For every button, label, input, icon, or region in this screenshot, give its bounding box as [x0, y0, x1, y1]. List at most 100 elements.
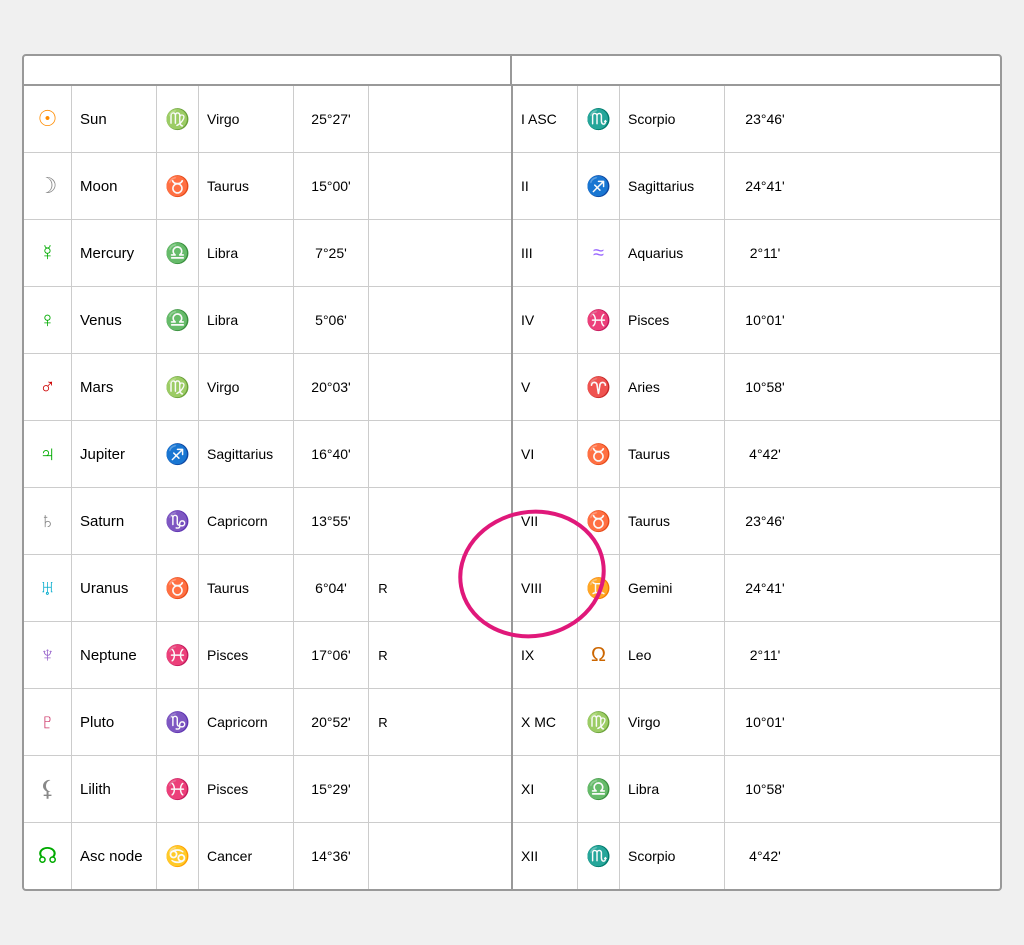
planet-name: Mars: [72, 354, 157, 420]
planet-row: ⚸ Lilith ♓ Pisces 15°29': [24, 756, 511, 823]
planet-name: Saturn: [72, 488, 157, 554]
planet-icon: ☊: [24, 823, 72, 889]
planet-sign-name: Virgo: [199, 354, 294, 420]
house-number: XII: [513, 823, 578, 889]
planet-sign-name: Sagittarius: [199, 421, 294, 487]
planet-icon: ☽: [24, 153, 72, 219]
house-degree: 10°01': [725, 287, 805, 353]
planet-row: ♇ Pluto ♑ Capricorn 20°52' R: [24, 689, 511, 756]
planet-retrograde: R: [369, 622, 397, 688]
planet-sign-name: Taurus: [199, 153, 294, 219]
planet-symbol: ♆: [39, 642, 56, 668]
planet-retrograde: [369, 220, 397, 286]
planet-degree: 15°29': [294, 756, 369, 822]
planet-icon: ♅: [24, 555, 72, 621]
house-degree: 4°42': [725, 823, 805, 889]
planet-name: Neptune: [72, 622, 157, 688]
planet-name: Pluto: [72, 689, 157, 755]
planet-degree: 16°40': [294, 421, 369, 487]
planet-sign-icon: ♑: [157, 488, 199, 554]
house-sign-name: Taurus: [620, 488, 725, 554]
placidus-header: [512, 56, 1000, 84]
house-sign-icon: ♊: [578, 555, 620, 621]
house-sign-name: Sagittarius: [620, 153, 725, 219]
planet-row: ♄ Saturn ♑ Capricorn 13°55': [24, 488, 511, 555]
planet-row: ♃ Jupiter ♐ Sagittarius 16°40': [24, 421, 511, 488]
tables-container: ☉ Sun ♍ Virgo 25°27' ☽ Moon ♉ Taurus 15°…: [24, 86, 1000, 889]
house-sign-icon: ♓: [578, 287, 620, 353]
planet-sign-icon: ♍: [157, 354, 199, 420]
planet-row: ♂ Mars ♍ Virgo 20°03': [24, 354, 511, 421]
planet-row: ♆ Neptune ♓ Pisces 17°06' R: [24, 622, 511, 689]
planet-icon: ♂: [24, 354, 72, 420]
planet-row: ☿ Mercury ♎ Libra 7°25': [24, 220, 511, 287]
planet-sign-name: Capricorn: [199, 488, 294, 554]
house-number: III: [513, 220, 578, 286]
planet-symbol: ☿: [39, 240, 56, 266]
planet-retrograde: [369, 488, 397, 554]
planet-sign-icon: ♑: [157, 689, 199, 755]
planet-degree: 17°06': [294, 622, 369, 688]
planet-icon: ♇: [24, 689, 72, 755]
planet-degree: 5°06': [294, 287, 369, 353]
house-sign-icon: ♉: [578, 421, 620, 487]
house-degree: 2°11': [725, 622, 805, 688]
planet-symbol: ♇: [39, 709, 56, 735]
planet-retrograde: [369, 354, 397, 420]
planet-symbol: ♄: [39, 508, 56, 534]
planet-icon: ☿: [24, 220, 72, 286]
planet-degree: 13°55': [294, 488, 369, 554]
planet-icon: ♀: [24, 287, 72, 353]
house-row: V ♈ Aries 10°58': [513, 354, 1000, 421]
house-number: VII: [513, 488, 578, 554]
house-sign-icon: ♏: [578, 86, 620, 152]
planet-retrograde: R: [369, 555, 397, 621]
planet-retrograde: [369, 153, 397, 219]
house-row: III ≈ Aquarius 2°11': [513, 220, 1000, 287]
planets-section: ☉ Sun ♍ Virgo 25°27' ☽ Moon ♉ Taurus 15°…: [24, 86, 513, 889]
house-row: IX Ω Leo 2°11': [513, 622, 1000, 689]
planet-icon: ☉: [24, 86, 72, 152]
planet-icon: ♆: [24, 622, 72, 688]
house-degree: 24°41': [725, 555, 805, 621]
planet-retrograde: [369, 287, 397, 353]
house-number: II: [513, 153, 578, 219]
planet-sign-name: Cancer: [199, 823, 294, 889]
house-row: X MC ♍ Virgo 10°01': [513, 689, 1000, 756]
house-degree: 23°46': [725, 488, 805, 554]
planet-sign-name: Taurus: [199, 555, 294, 621]
house-number: V: [513, 354, 578, 420]
planet-sign-icon: ♍: [157, 86, 199, 152]
house-sign-name: Scorpio: [620, 823, 725, 889]
planet-sign-name: Libra: [199, 287, 294, 353]
house-sign-icon: ♈: [578, 354, 620, 420]
house-number: VI: [513, 421, 578, 487]
planet-degree: 7°25': [294, 220, 369, 286]
planet-sign-name: Pisces: [199, 622, 294, 688]
planet-name: Moon: [72, 153, 157, 219]
house-row: VII ♉ Taurus 23°46': [513, 488, 1000, 555]
planet-degree: 20°52': [294, 689, 369, 755]
table-header: [24, 56, 1000, 86]
planet-degree: 15°00': [294, 153, 369, 219]
planet-row: ♅ Uranus ♉ Taurus 6°04' R: [24, 555, 511, 622]
house-sign-icon: ♏: [578, 823, 620, 889]
astrology-table: ☉ Sun ♍ Virgo 25°27' ☽ Moon ♉ Taurus 15°…: [22, 54, 1002, 891]
planet-sign-name: Capricorn: [199, 689, 294, 755]
planet-symbol: ♃: [39, 441, 56, 467]
house-degree: 10°01': [725, 689, 805, 755]
planet-sign-icon: ♉: [157, 555, 199, 621]
planet-name: Venus: [72, 287, 157, 353]
house-number: VIII: [513, 555, 578, 621]
planet-name: Mercury: [72, 220, 157, 286]
planet-row: ☉ Sun ♍ Virgo 25°27': [24, 86, 511, 153]
house-row: XI ♎ Libra 10°58': [513, 756, 1000, 823]
houses-section: I ASC ♏ Scorpio 23°46' II ♐ Sagittarius …: [513, 86, 1000, 889]
planet-sign-name: Virgo: [199, 86, 294, 152]
house-row: VIII ♊ Gemini 24°41': [513, 555, 1000, 622]
planet-row: ♀ Venus ♎ Libra 5°06': [24, 287, 511, 354]
house-row: II ♐ Sagittarius 24°41': [513, 153, 1000, 220]
house-sign-icon: ♍: [578, 689, 620, 755]
planet-retrograde: [369, 86, 397, 152]
planet-degree: 20°03': [294, 354, 369, 420]
